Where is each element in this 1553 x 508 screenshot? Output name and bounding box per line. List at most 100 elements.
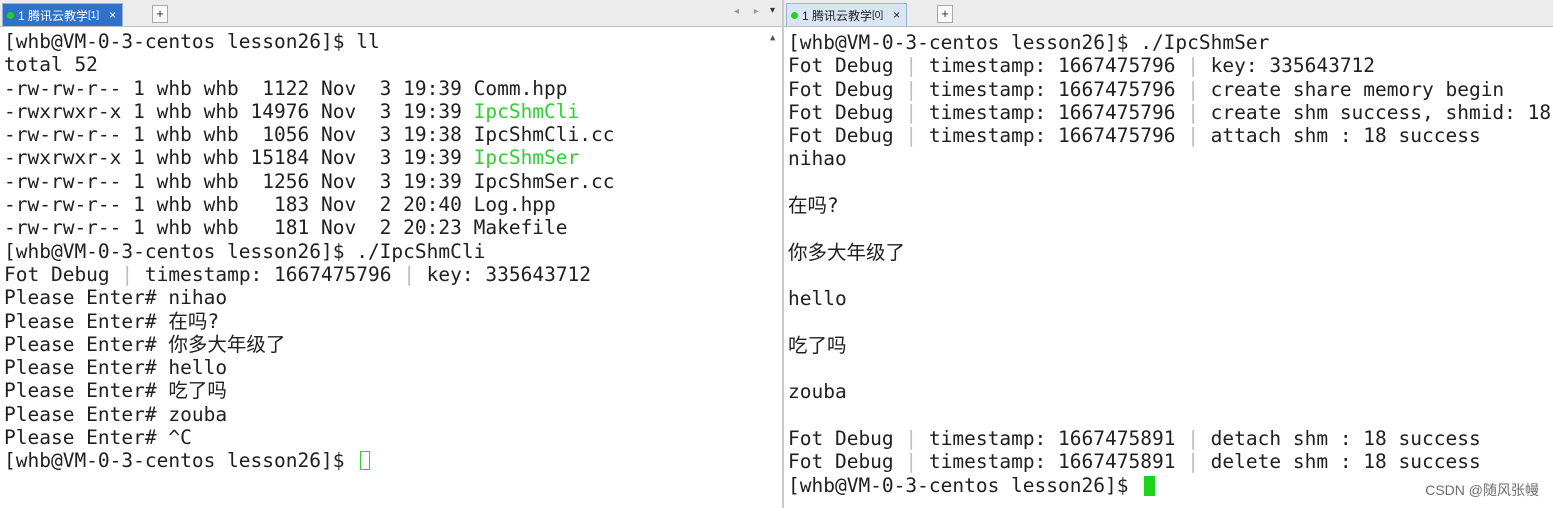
- terminal-line: 你多大年级了: [788, 241, 1553, 264]
- line-text: [whb@VM-0-3-centos lesson26]$ ll: [4, 30, 380, 53]
- log-separator: |: [905, 77, 918, 101]
- tab-label: 1 腾讯云教学: [802, 8, 873, 23]
- log-field: create share memory begin: [1198, 77, 1505, 101]
- log-separator: |: [1187, 100, 1199, 124]
- log-field: create shm success, shmid: 18: [1198, 100, 1552, 124]
- log-field: Fot Debug: [788, 54, 906, 78]
- new-tab-button[interactable]: +: [937, 5, 953, 23]
- right-tab-bar: 1 腾讯云教学 [0] × +: [784, 0, 1553, 27]
- log-separator: |: [1187, 54, 1199, 78]
- line-text: Please Enter# nihao: [4, 286, 228, 310]
- file-name: Log.hpp: [473, 193, 556, 217]
- file-attributes: -rwxrwxr-x 1 whb whb 14976 Nov 3 19:39: [4, 99, 474, 123]
- connection-status-icon: [7, 11, 14, 19]
- terminal-line: -rw-rw-r-- 1 whb whb 181 Nov 2 20:23 Mak…: [4, 216, 782, 239]
- line-text: nihao: [788, 147, 847, 171]
- terminal-line: 在吗?: [788, 194, 1553, 217]
- terminal-line: Please Enter# zouba: [4, 403, 782, 426]
- log-field: timestamp: 1667475796: [133, 262, 404, 286]
- terminal-line: Please Enter# ^C: [4, 426, 782, 449]
- log-field: timestamp: 1667475796: [917, 124, 1188, 148]
- log-field: timestamp: 1667475891: [917, 427, 1188, 451]
- connection-status-icon: [791, 11, 798, 19]
- log-field: detach shm : 18 success: [1198, 427, 1481, 451]
- log-field: Fot Debug: [4, 262, 122, 286]
- file-attributes: -rw-rw-r-- 1 whb whb 183 Nov 2 20:40: [4, 193, 474, 217]
- line-text: hello: [788, 287, 847, 311]
- terminal-line: zouba: [788, 380, 1553, 403]
- terminal-output[interactable]: [whb@VM-0-3-centos lesson26]$ ll total 52…: [4, 30, 782, 508]
- log-field: timestamp: 1667475796: [917, 54, 1188, 78]
- file-attributes: -rw-rw-r-- 1 whb whb 1256 Nov 3 19:39: [4, 169, 474, 193]
- tab-session-left[interactable]: 1 腾讯云教学 [1] ×: [2, 3, 124, 26]
- terminal-line: Fot Debug | timestamp: 1667475796 | key:…: [4, 263, 782, 286]
- terminal-line: Fot Debug | timestamp: 1667475891 | dele…: [788, 450, 1553, 473]
- tab-count: [0]: [872, 9, 884, 21]
- line-text: Please Enter# 吃了吗: [4, 379, 227, 403]
- terminal-line: -rw-rw-r-- 1 whb whb 1056 Nov 3 19:38 Ip…: [4, 123, 782, 146]
- terminal-line: Fot Debug | timestamp: 1667475796 | key:…: [788, 54, 1553, 77]
- log-field: delete shm : 18 success: [1198, 450, 1481, 474]
- file-attributes: -rw-rw-r-- 1 whb whb 181 Nov 2 20:23: [4, 216, 474, 240]
- line-text: 你多大年级了: [788, 240, 906, 264]
- terminal-line: [whb@VM-0-3-centos lesson26]$ ./IpcShmSe…: [788, 31, 1553, 54]
- left-tab-bar: 1 腾讯云教学 [1] × + ◂ ▸ ▾: [0, 0, 782, 27]
- cursor: [360, 451, 371, 471]
- terminal-line: -rwxrwxr-x 1 whb whb 15184 Nov 3 19:39 I…: [4, 146, 782, 169]
- log-separator: |: [905, 427, 918, 451]
- log-field: timestamp: 1667475796: [917, 100, 1188, 124]
- log-separator: |: [1187, 77, 1199, 101]
- log-separator: |: [121, 262, 134, 286]
- terminal-line: -rwxrwxr-x 1 whb whb 14976 Nov 3 19:39 I…: [4, 100, 782, 123]
- line-text: [whb@VM-0-3-centos lesson26]$ ./IpcShmCl…: [4, 239, 486, 263]
- terminal-line: Please Enter# nihao: [4, 286, 782, 309]
- left-terminal-pane[interactable]: 1 腾讯云教学 [1] × + ◂ ▸ ▾ [whb@VM-0-3-centos…: [0, 0, 782, 508]
- log-field: key: 335643712: [1198, 54, 1376, 78]
- executable-file-name: IpcShmCli: [473, 99, 580, 123]
- line-text: [whb@VM-0-3-centos lesson26]$: [4, 449, 357, 473]
- terminal-line: total 52: [4, 53, 782, 76]
- log-field: Fot Debug: [788, 100, 906, 124]
- terminal-line: hello: [788, 287, 1553, 310]
- executable-file-name: IpcShmSer: [473, 146, 580, 170]
- tab-session-right[interactable]: 1 腾讯云教学 [0] ×: [786, 3, 908, 26]
- file-name: Comm.hpp: [473, 76, 568, 100]
- close-icon[interactable]: ×: [893, 8, 900, 22]
- terminal-line: [whb@VM-0-3-centos lesson26]$: [4, 449, 782, 472]
- log-field: Fot Debug: [788, 427, 906, 451]
- log-separator: |: [1187, 450, 1199, 474]
- terminal-line: 吃了吗: [788, 334, 1553, 357]
- line-text: Please Enter# 在吗?: [4, 309, 220, 333]
- log-field: timestamp: 1667475796: [917, 77, 1188, 101]
- terminal-line: Please Enter# hello: [4, 356, 782, 379]
- log-separator: |: [905, 54, 918, 78]
- right-terminal-pane[interactable]: 1 腾讯云教学 [0] × + [whb@VM-0-3-centos lesso…: [784, 0, 1553, 508]
- terminal-line: Fot Debug | timestamp: 1667475796 | atta…: [788, 124, 1553, 147]
- log-field: Fot Debug: [788, 77, 906, 101]
- terminal-line: -rw-rw-r-- 1 whb whb 1256 Nov 3 19:39 Ip…: [4, 170, 782, 193]
- line-text: 吃了吗: [788, 333, 847, 357]
- tab-menu-icon[interactable]: ▾: [770, 5, 775, 16]
- log-separator: |: [905, 124, 918, 148]
- line-text: Please Enter# hello: [4, 356, 228, 380]
- terminal-line: nihao: [788, 147, 1553, 170]
- log-field: attach shm : 18 success: [1198, 124, 1481, 148]
- file-name: IpcShmCli.cc: [473, 123, 615, 147]
- tab-scroll-arrows-icon[interactable]: ◂ ▸: [734, 6, 765, 17]
- new-tab-button[interactable]: +: [152, 5, 168, 23]
- scroll-up-icon[interactable]: ▲: [770, 33, 775, 43]
- line-text: Please Enter# ^C: [4, 426, 192, 450]
- close-icon[interactable]: ×: [109, 8, 116, 22]
- terminal-output[interactable]: [whb@VM-0-3-centos lesson26]$ ./IpcShmSe…: [788, 31, 1553, 508]
- line-text: 在吗?: [788, 194, 839, 218]
- file-name: IpcShmSer.cc: [473, 169, 615, 193]
- log-separator: |: [1187, 427, 1199, 451]
- terminal-line: Fot Debug | timestamp: 1667475891 | deta…: [788, 427, 1553, 450]
- file-attributes: -rw-rw-r-- 1 whb whb 1122 Nov 3 19:39: [4, 76, 474, 100]
- log-separator: |: [1187, 124, 1199, 148]
- tab-label: 1 腾讯云教学: [18, 8, 89, 23]
